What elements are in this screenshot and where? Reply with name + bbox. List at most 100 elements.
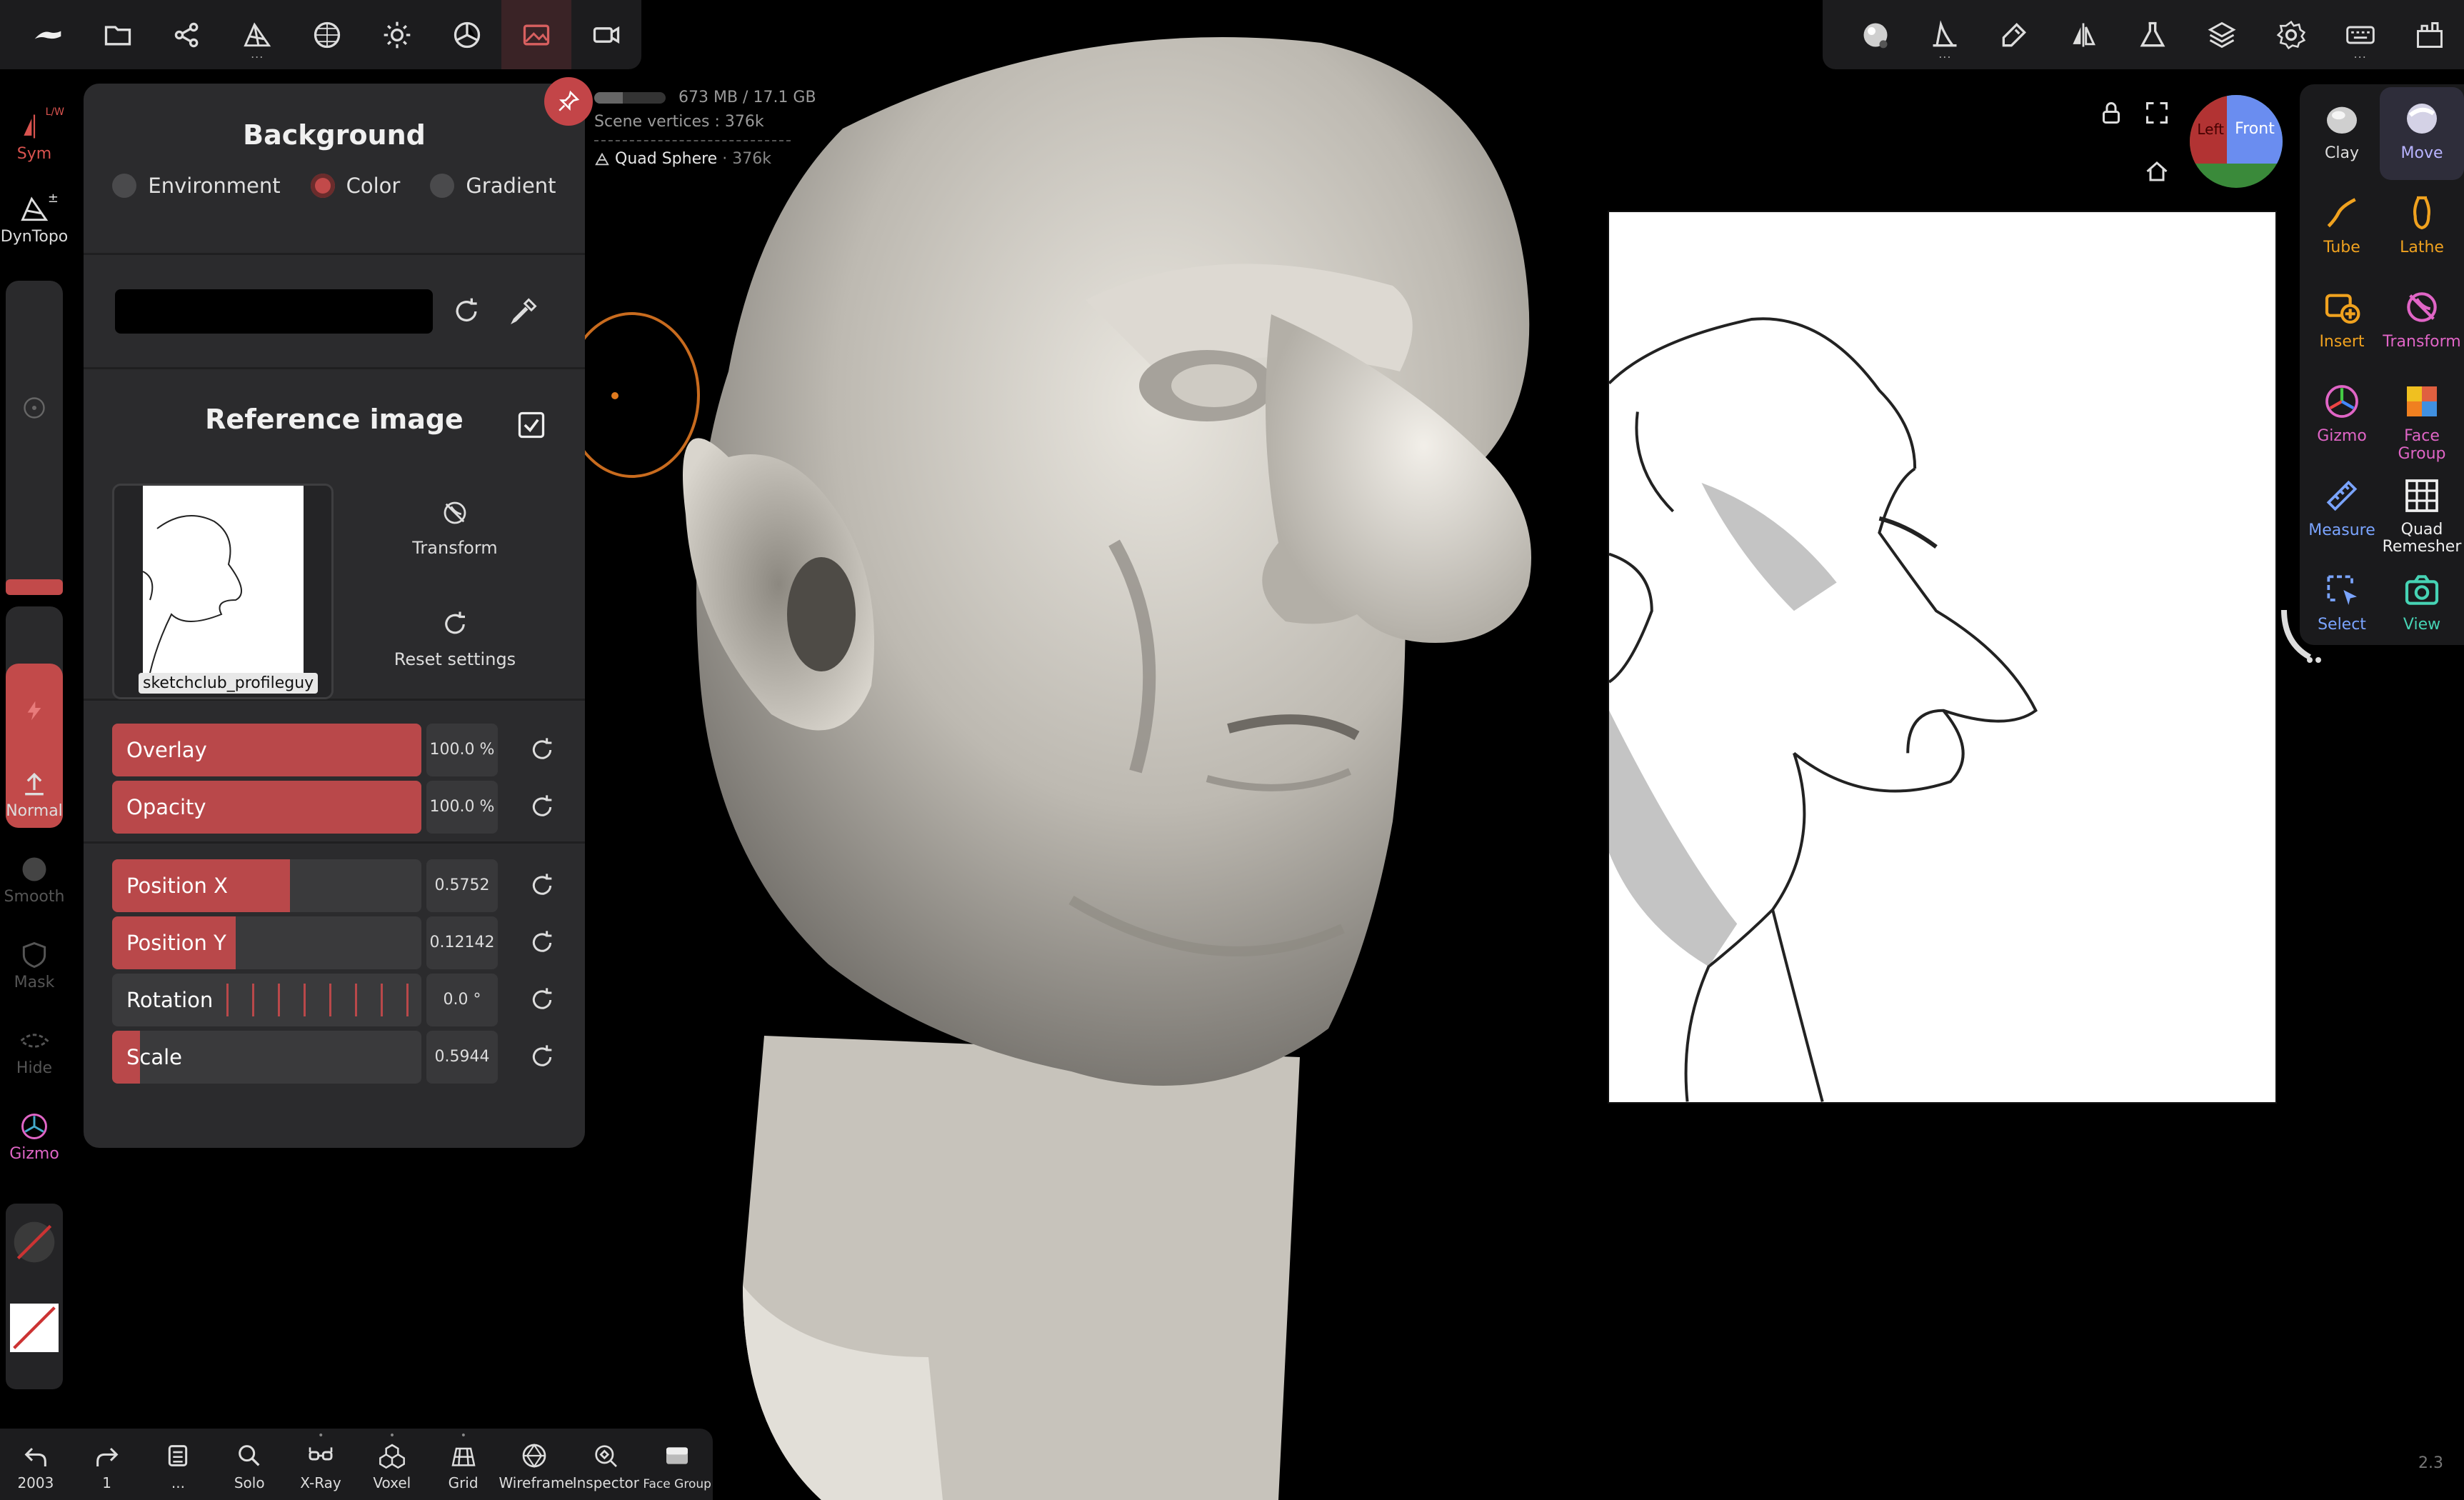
scene-button[interactable] (153, 0, 223, 69)
radio-environment[interactable]: Environment (112, 174, 281, 198)
pin-panel-button[interactable] (544, 77, 593, 126)
reference-enabled-checkbox[interactable] (516, 409, 547, 441)
gizmo-tool[interactable]: Gizmo (0, 1111, 69, 1163)
tool-view[interactable]: View (2380, 559, 2464, 651)
fullscreen-icon[interactable] (2144, 100, 2170, 126)
hide-label: Hide (16, 1059, 53, 1077)
tool-quad-remesher[interactable]: Quad Remesher (2380, 464, 2464, 557)
opacity-slider[interactable]: Opacity 100.0 % (112, 781, 555, 834)
tool-face-group[interactable]: Face Group (2380, 370, 2464, 463)
hide-tool[interactable]: Hide (0, 1025, 69, 1077)
layers-icon (2206, 19, 2238, 51)
voxel-button[interactable]: • Voxel (356, 1429, 428, 1500)
rotation-reset-icon[interactable] (528, 986, 556, 1014)
tool-insert[interactable]: Insert (2300, 276, 2384, 369)
background-button[interactable] (501, 0, 572, 69)
scale-slider[interactable]: Scale 0.5944 (112, 1031, 555, 1084)
camera-button[interactable] (571, 0, 641, 69)
reference-thumbnail[interactable]: sketchclub_profileguy (112, 484, 334, 699)
smooth-tool[interactable]: Smooth (0, 854, 69, 906)
rotation-slider[interactable]: Rotation 0.0 ° (112, 974, 555, 1026)
memory-bar (594, 92, 666, 104)
face-group-icon (2402, 381, 2442, 421)
experimental-button[interactable] (2118, 0, 2188, 69)
brush-settings-button[interactable] (1980, 0, 2049, 69)
tool-label-view: View (2403, 616, 2441, 634)
symmetry-button[interactable] (2049, 0, 2118, 69)
symmetry-toggle[interactable]: Sym L/W (0, 106, 69, 163)
position-y-slider[interactable]: Position Y 0.12142 (112, 916, 555, 969)
redo-button[interactable]: 1 (71, 1429, 143, 1500)
files-button[interactable] (83, 0, 153, 69)
overlay-value[interactable]: 100.0 % (426, 724, 498, 776)
app-menu-button[interactable] (13, 0, 83, 69)
inspector-button[interactable]: Inspector (570, 1429, 641, 1500)
undo-button[interactable]: 2003 (0, 1429, 71, 1500)
overlay-reset-icon[interactable] (528, 736, 556, 764)
active-mesh[interactable]: Quad Sphere · 376k (594, 147, 816, 171)
gizmo-label: Gizmo (9, 1145, 59, 1163)
dyntopo-toggle[interactable]: DynTopo ± (0, 191, 69, 246)
tool-tube[interactable]: Tube (2300, 181, 2384, 274)
face-group-visibility-button[interactable]: Face Group (641, 1429, 713, 1500)
tool-measure[interactable]: Measure (2300, 464, 2384, 557)
opacity-value[interactable]: 100.0 % (426, 781, 498, 834)
mask-tool[interactable]: Mask (0, 939, 69, 991)
palette-drag-handle[interactable] (2281, 607, 2324, 664)
tool-transform[interactable]: Transform (2380, 276, 2464, 369)
settings-button[interactable] (2256, 0, 2325, 69)
nav-cube-front-face[interactable]: Front (2227, 95, 2283, 164)
navigation-cube[interactable]: Left Front (2190, 95, 2283, 188)
smooth-icon (19, 854, 50, 885)
solo-button[interactable]: Solo (214, 1429, 285, 1500)
lock-icon[interactable] (2098, 100, 2124, 126)
stroke-button[interactable]: ... (1910, 0, 1980, 69)
position-y-reset-icon[interactable] (528, 929, 556, 957)
light-button[interactable] (362, 0, 432, 69)
flask-icon (2137, 19, 2168, 51)
reference-transform-button[interactable]: Transform (376, 498, 534, 558)
opacity-reset-icon[interactable] (528, 793, 556, 821)
radius-icon (21, 395, 47, 421)
rotation-value[interactable]: 0.0 ° (426, 974, 498, 1026)
tool-lathe[interactable]: Lathe (2380, 181, 2464, 274)
position-x-slider[interactable]: Position X 0.5752 (112, 859, 555, 912)
shortcuts-button[interactable]: ... (2325, 0, 2395, 69)
layers-button[interactable] (2187, 0, 2256, 69)
wireframe-button[interactable]: Wireframe (499, 1429, 574, 1500)
matcap-button[interactable] (1841, 0, 1910, 69)
topology-button[interactable]: ... (222, 0, 292, 69)
normal-mode-button[interactable]: Normal (0, 768, 69, 820)
normal-label: Normal (6, 802, 63, 820)
shading-button[interactable] (432, 0, 502, 69)
reference-reset-button[interactable]: Reset settings (376, 609, 534, 669)
scale-value[interactable]: 0.5944 (426, 1031, 498, 1084)
nav-cube-left-face[interactable]: Left (2190, 95, 2227, 164)
xray-button[interactable]: • X-Ray (285, 1429, 356, 1500)
radius-slider[interactable] (6, 281, 63, 595)
reset-color-icon[interactable] (451, 296, 482, 327)
eyedropper-icon[interactable] (508, 296, 539, 327)
app-menu-icon (32, 19, 64, 51)
grid-button[interactable]: • Grid (428, 1429, 499, 1500)
reference-image-overlay[interactable] (1608, 211, 2277, 1104)
tool-move[interactable]: Move (2380, 87, 2464, 180)
tool-clay[interactable]: Clay (2300, 87, 2384, 180)
tool-gizmo[interactable]: Gizmo (2300, 370, 2384, 463)
material-swatch[interactable] (6, 1204, 63, 1389)
position-x-reset-icon[interactable] (528, 871, 556, 900)
material-button[interactable] (292, 0, 362, 69)
scene-vertices: Scene vertices : 376k (594, 113, 764, 131)
history-button[interactable]: ... (143, 1429, 214, 1500)
view-camera-icon (2402, 570, 2442, 610)
gallery-button[interactable] (2395, 0, 2464, 69)
background-color-swatch[interactable] (115, 289, 433, 334)
overlay-slider[interactable]: Overlay 100.0 % (112, 724, 555, 776)
radio-color[interactable]: Color (310, 174, 400, 198)
scale-reset-icon[interactable] (528, 1043, 556, 1071)
position-y-value[interactable]: 0.12142 (426, 916, 498, 969)
wireframe-sphere-icon (520, 1441, 549, 1470)
position-x-value[interactable]: 0.5752 (426, 859, 498, 912)
home-icon[interactable] (2144, 159, 2170, 184)
radio-gradient[interactable]: Gradient (430, 174, 556, 198)
